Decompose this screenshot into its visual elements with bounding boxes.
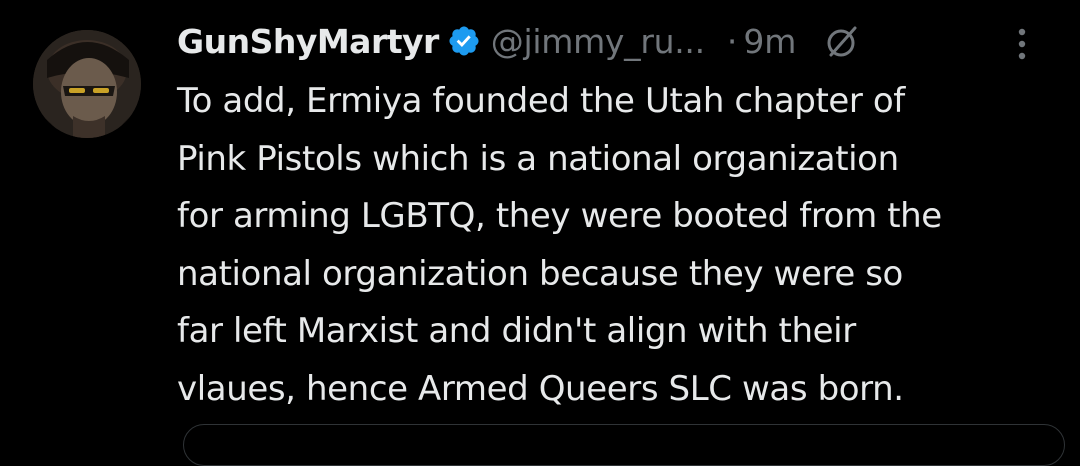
author-display-name[interactable]: GunShyMartyr <box>177 22 439 61</box>
tweet-text-line: national organization because they were … <box>177 253 903 294</box>
tweet-timestamp[interactable]: 9m <box>743 22 796 61</box>
avatar-image <box>33 30 141 138</box>
tweet-header: GunShyMartyr @jimmy_ru... · 9m <box>177 14 860 68</box>
header-separator: · <box>726 21 738 61</box>
tweet-text-line: far left Marxist and didn't align with t… <box>177 311 856 351</box>
more-options-icon[interactable] <box>1005 22 1039 66</box>
tweet-text-line: vlaues, hence Armed Queers SLC was born. <box>177 368 904 409</box>
tweet-text-line: Pink Pistols which is a national organiz… <box>177 138 899 179</box>
tweet-text-line: To add, Ermiya founded the Utah chapter … <box>177 81 905 121</box>
author-handle[interactable]: @jimmy_ru... <box>491 22 705 61</box>
verified-badge-icon <box>447 24 481 58</box>
tweet-text: To add, Ermiya founded the Utah chapter … <box>177 73 1057 418</box>
edit-history-icon[interactable] <box>822 22 860 60</box>
avatar[interactable] <box>33 30 141 138</box>
tweet[interactable]: GunShyMartyr @jimmy_ru... · 9m To add, E… <box>0 0 1080 466</box>
embedded-card[interactable] <box>183 424 1065 466</box>
tweet-text-line: for arming LGBTQ, they were booted from … <box>177 196 942 236</box>
